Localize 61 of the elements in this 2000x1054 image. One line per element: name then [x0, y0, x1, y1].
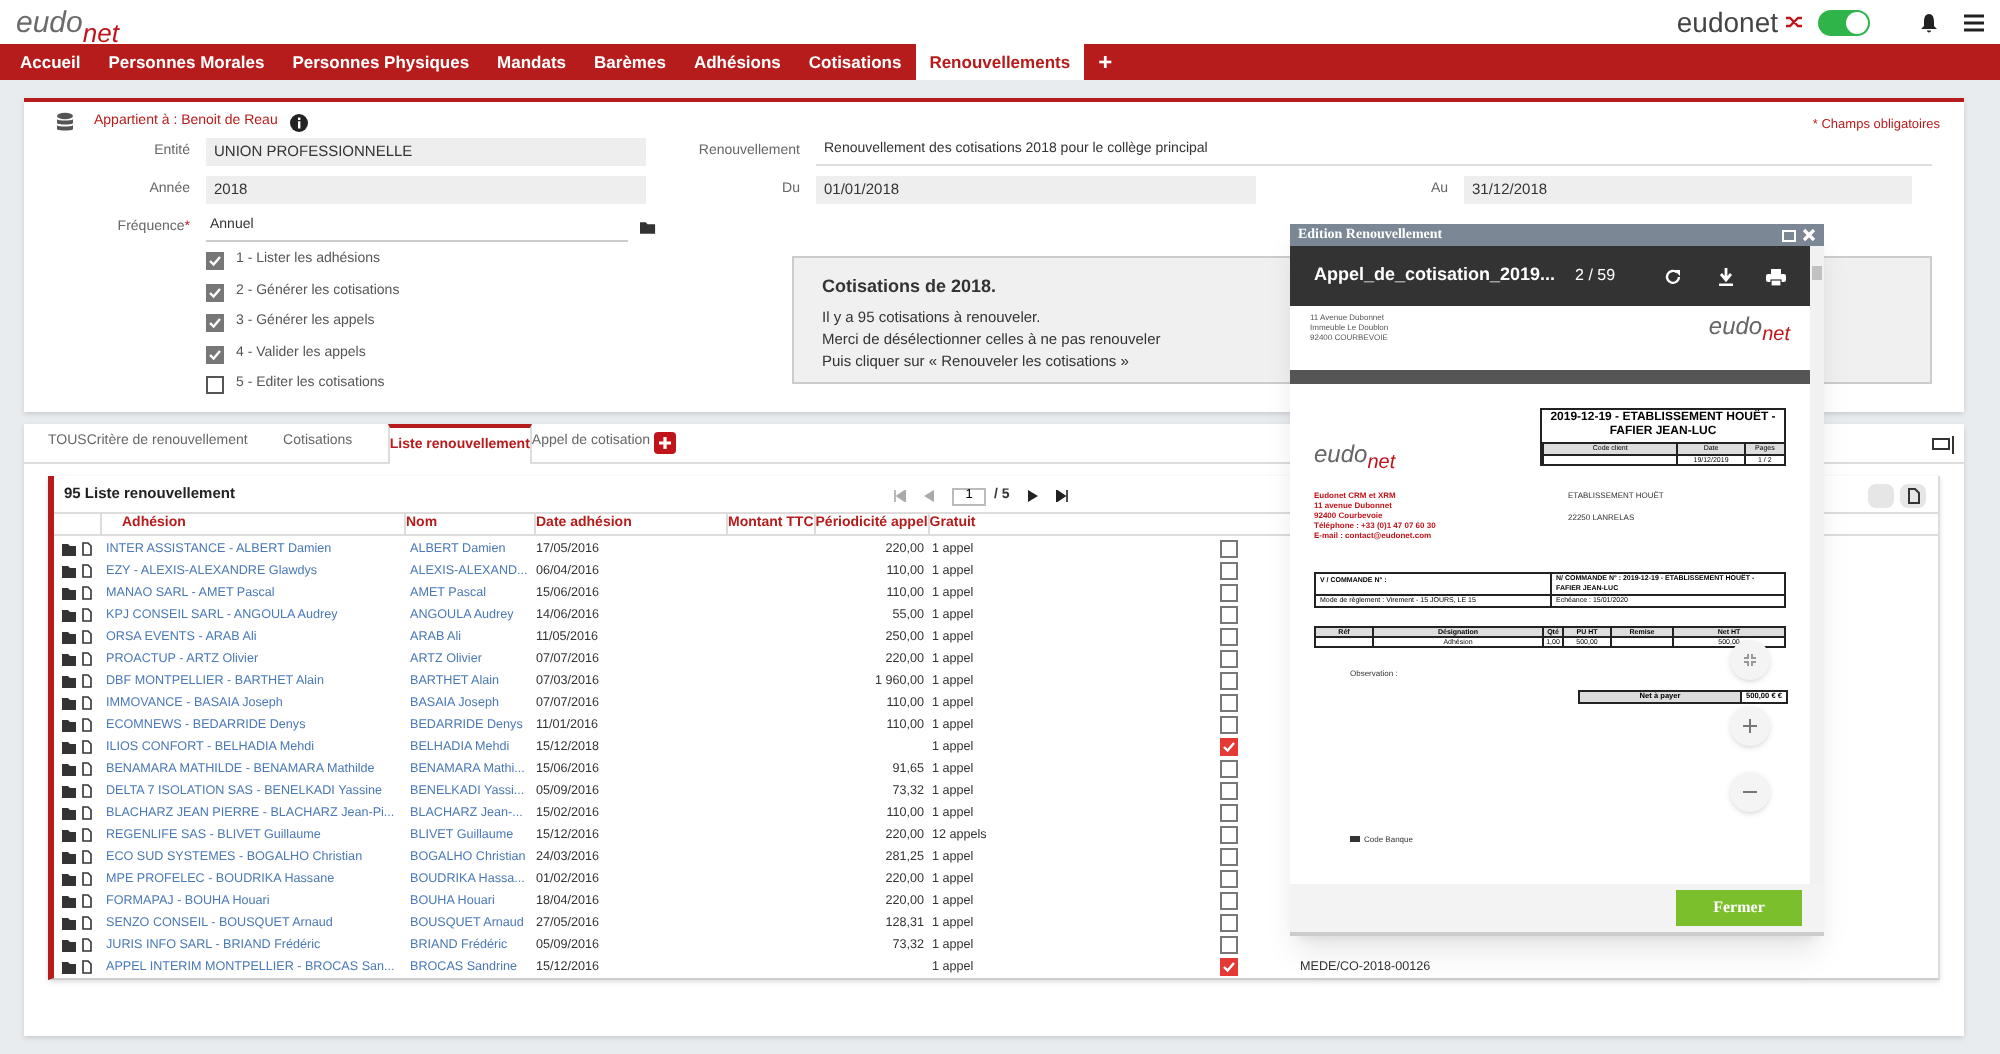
shuffle-icon — [1786, 14, 1802, 30]
maximize-icon[interactable] — [1782, 229, 1796, 241]
next-page-icon[interactable] — [1027, 490, 1038, 503]
checkbox[interactable] — [206, 252, 224, 270]
checkbox[interactable] — [1220, 892, 1238, 910]
brand-name: eudonet — [1676, 3, 1778, 41]
page-counter: 2 / 59 — [1575, 264, 1616, 288]
nav-tab[interactable]: Adhésions — [679, 44, 795, 80]
checkbox[interactable] — [206, 345, 224, 363]
checkbox[interactable] — [1220, 914, 1238, 932]
nav-tab[interactable]: Renouvellements — [915, 44, 1085, 80]
file-name: Appel_de_cotisation_2019... — [1314, 262, 1556, 289]
close-icon[interactable] — [1802, 228, 1816, 242]
scrollbar[interactable] — [1810, 246, 1824, 884]
nav-tab[interactable]: Mandats — [483, 44, 581, 80]
nav-tab[interactable]: Cotisations — [794, 44, 916, 80]
nav-tab[interactable]: Personnes Physiques — [278, 44, 484, 80]
nav-tab[interactable]: Barèmes — [580, 44, 680, 80]
checkbox[interactable] — [206, 283, 224, 301]
checkbox[interactable] — [1220, 760, 1238, 778]
checkbox[interactable] — [1220, 584, 1238, 602]
column-chooser-icon[interactable] — [1932, 434, 1956, 454]
zoom-in-icon — [1742, 718, 1758, 734]
menu-icon[interactable] — [1964, 13, 1984, 31]
checkbox[interactable] — [1220, 870, 1238, 888]
info-title: Cotisations de 2018. — [822, 274, 997, 300]
info-icon — [289, 113, 308, 131]
checkbox[interactable] — [1220, 826, 1238, 844]
nav-tab[interactable]: + — [1084, 44, 1127, 80]
checkbox[interactable] — [1220, 606, 1238, 624]
rotate-icon[interactable] — [1664, 267, 1682, 285]
checkbox[interactable] — [1220, 804, 1238, 822]
last-page-icon[interactable] — [1055, 490, 1068, 503]
checkbox[interactable] — [1220, 782, 1238, 800]
checkbox[interactable] — [1220, 628, 1238, 646]
checkbox[interactable] — [1220, 716, 1238, 734]
document-icon — [1907, 488, 1919, 504]
checkbox[interactable] — [1220, 848, 1238, 866]
checkbox[interactable] — [206, 376, 224, 394]
zoom-button[interactable] — [1730, 706, 1770, 746]
checkbox[interactable] — [1220, 562, 1238, 580]
checkbox[interactable] — [1220, 958, 1238, 976]
toolbar-button[interactable] — [1900, 484, 1926, 508]
checkbox[interactable] — [1220, 672, 1238, 690]
fullscreen-icon — [1742, 652, 1758, 668]
checkbox[interactable] — [1220, 738, 1238, 756]
bell-icon[interactable] — [1918, 11, 1940, 33]
checkbox[interactable] — [1220, 694, 1238, 712]
add-icon[interactable] — [654, 432, 677, 454]
checkbox[interactable] — [1220, 936, 1238, 954]
folder-icon[interactable] — [640, 222, 656, 234]
checkbox[interactable] — [1220, 650, 1238, 668]
nav-tab[interactable]: Personnes Morales — [94, 44, 279, 80]
bank-icon — [1350, 836, 1360, 842]
database-icon — [56, 112, 74, 132]
print-icon[interactable] — [1766, 267, 1786, 285]
nav-tab[interactable]: Accueil — [6, 44, 95, 80]
checkbox[interactable] — [206, 314, 224, 332]
download-icon[interactable] — [1718, 267, 1734, 285]
toggle-switch[interactable] — [1818, 9, 1870, 35]
checkbox[interactable] — [1220, 540, 1238, 558]
